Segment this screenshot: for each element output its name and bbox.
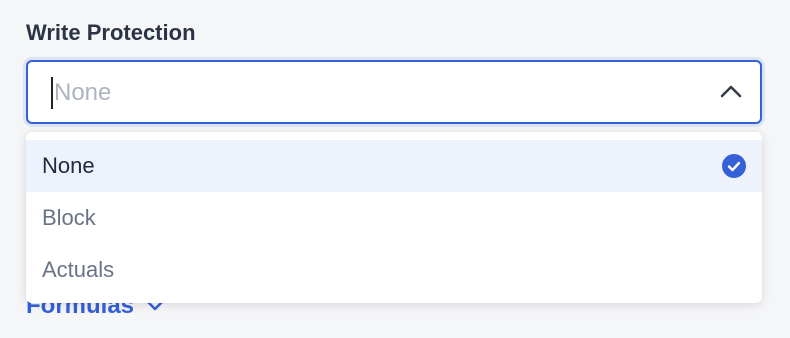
write-protection-label: Write Protection: [26, 20, 196, 45]
write-protection-select[interactable]: [26, 60, 762, 124]
option-label: Block: [42, 205, 96, 230]
option-none[interactable]: None: [26, 140, 762, 192]
chevron-up-icon[interactable]: [720, 84, 742, 98]
option-label: None: [42, 153, 95, 178]
check-circle-icon: [722, 154, 746, 178]
write-protection-dropdown: None Block Actuals: [26, 132, 762, 303]
option-actuals[interactable]: Actuals: [26, 244, 762, 296]
option-block[interactable]: Block: [26, 192, 762, 244]
option-label: Actuals: [42, 257, 115, 282]
text-cursor: [51, 77, 53, 109]
write-protection-input[interactable]: [54, 76, 694, 110]
